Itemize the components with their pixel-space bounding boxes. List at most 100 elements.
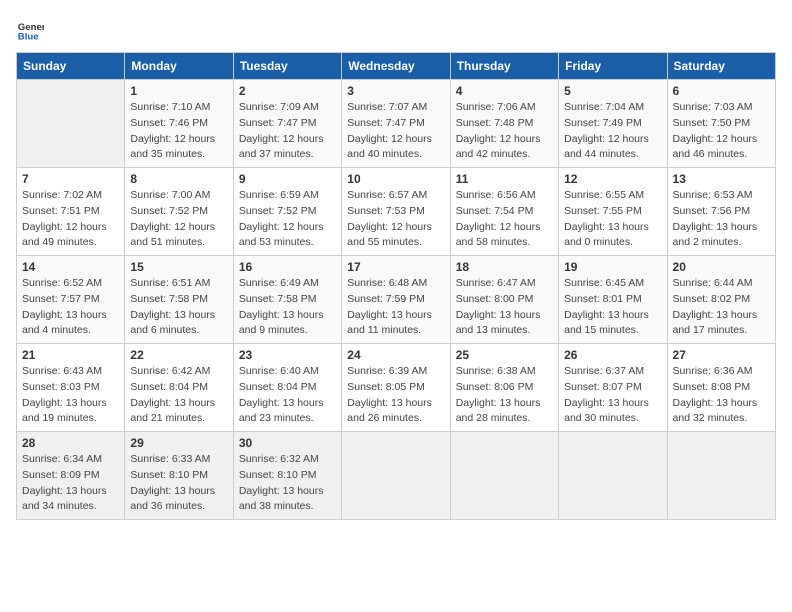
calendar-cell: 28Sunrise: 6:34 AMSunset: 8:09 PMDayligh… (17, 432, 125, 520)
calendar-cell (17, 80, 125, 168)
calendar-cell: 23 Sunrise: 6:40 AMSunset: 8:04 PMDayligh… (233, 344, 341, 432)
logo-icon: General Blue (16, 16, 44, 44)
logo: General Blue (16, 16, 48, 44)
calendar-cell: 21 Sunrise: 6:43 AMSunset: 8:03 PMDayligh… (17, 344, 125, 432)
day-number: 2 (239, 84, 336, 98)
week-row-1: 1Sunrise: 7:10 AMSunset: 7:46 PMDaylight… (17, 80, 776, 168)
day-info: Sunrise: 6:32 AMSunset: 8:10 PMDaylight:… (239, 452, 336, 515)
weekday-header-monday: Monday (125, 53, 233, 80)
day-info: Sunrise: 7:06 AMSunset: 7:48 PMDaylight:… (456, 100, 553, 163)
calendar-cell: 3 Sunrise: 7:07 AMSunset: 7:47 PMDaylight… (342, 80, 450, 168)
day-number: 9 (239, 172, 336, 186)
day-info: Sunrise: 6:38 AMSunset: 8:06 PMDaylight:… (456, 364, 553, 427)
week-row-2: 7 Sunrise: 7:02 AMSunset: 7:51 PMDaylight… (17, 168, 776, 256)
day-number: 17 (347, 260, 444, 274)
weekday-header-row: SundayMondayTuesdayWednesdayThursdayFrid… (17, 53, 776, 80)
calendar-cell: 17 Sunrise: 6:48 AMSunset: 7:59 PMDayligh… (342, 256, 450, 344)
calendar-cell: 4 Sunrise: 7:06 AMSunset: 7:48 PMDaylight… (450, 80, 558, 168)
calendar-cell: 8 Sunrise: 7:00 AMSunset: 7:52 PMDaylight… (125, 168, 233, 256)
day-number: 29 (130, 436, 227, 450)
svg-text:Blue: Blue (18, 32, 39, 43)
calendar-cell: 6Sunrise: 7:03 AMSunset: 7:50 PMDaylight… (667, 80, 775, 168)
day-info: Sunrise: 7:03 AMSunset: 7:50 PMDaylight:… (673, 100, 770, 163)
weekday-header-tuesday: Tuesday (233, 53, 341, 80)
day-info: Sunrise: 6:34 AMSunset: 8:09 PMDaylight:… (22, 452, 119, 515)
calendar-cell: 5 Sunrise: 7:04 AMSunset: 7:49 PMDaylight… (559, 80, 667, 168)
day-info: Sunrise: 6:47 AMSunset: 8:00 PMDaylight:… (456, 276, 553, 339)
calendar-cell: 27 Sunrise: 6:36 AMSunset: 8:08 PMDayligh… (667, 344, 775, 432)
day-info: Sunrise: 6:52 AMSunset: 7:57 PMDaylight:… (22, 276, 119, 339)
calendar-cell (667, 432, 775, 520)
day-number: 7 (22, 172, 119, 186)
day-number: 8 (130, 172, 227, 186)
day-info: Sunrise: 7:07 AMSunset: 7:47 PMDaylight:… (347, 100, 444, 163)
day-number: 27 (673, 348, 770, 362)
day-number: 18 (456, 260, 553, 274)
calendar-cell: 25 Sunrise: 6:38 AMSunset: 8:06 PMDayligh… (450, 344, 558, 432)
day-info: Sunrise: 6:43 AMSunset: 8:03 PMDaylight:… (22, 364, 119, 427)
week-row-5: 28Sunrise: 6:34 AMSunset: 8:09 PMDayligh… (17, 432, 776, 520)
day-number: 21 (22, 348, 119, 362)
calendar-cell: 11 Sunrise: 6:56 AMSunset: 7:54 PMDayligh… (450, 168, 558, 256)
day-info: Sunrise: 7:09 AMSunset: 7:47 PMDaylight:… (239, 100, 336, 163)
day-info: Sunrise: 6:55 AMSunset: 7:55 PMDaylight:… (564, 188, 661, 251)
day-info: Sunrise: 6:49 AMSunset: 7:58 PMDaylight:… (239, 276, 336, 339)
day-number: 30 (239, 436, 336, 450)
day-number: 11 (456, 172, 553, 186)
calendar-cell: 7 Sunrise: 7:02 AMSunset: 7:51 PMDaylight… (17, 168, 125, 256)
weekday-header-sunday: Sunday (17, 53, 125, 80)
day-info: Sunrise: 6:37 AMSunset: 8:07 PMDaylight:… (564, 364, 661, 427)
day-info: Sunrise: 6:39 AMSunset: 8:05 PMDaylight:… (347, 364, 444, 427)
day-info: Sunrise: 6:42 AMSunset: 8:04 PMDaylight:… (130, 364, 227, 427)
day-number: 20 (673, 260, 770, 274)
week-row-4: 21 Sunrise: 6:43 AMSunset: 8:03 PMDayligh… (17, 344, 776, 432)
day-info: Sunrise: 6:56 AMSunset: 7:54 PMDaylight:… (456, 188, 553, 251)
calendar-cell: 1Sunrise: 7:10 AMSunset: 7:46 PMDaylight… (125, 80, 233, 168)
weekday-header-friday: Friday (559, 53, 667, 80)
day-info: Sunrise: 6:36 AMSunset: 8:08 PMDaylight:… (673, 364, 770, 427)
weekday-header-saturday: Saturday (667, 53, 775, 80)
day-number: 14 (22, 260, 119, 274)
day-number: 26 (564, 348, 661, 362)
day-number: 12 (564, 172, 661, 186)
day-info: Sunrise: 6:59 AMSunset: 7:52 PMDaylight:… (239, 188, 336, 251)
calendar-table: SundayMondayTuesdayWednesdayThursdayFrid… (16, 52, 776, 520)
day-info: Sunrise: 6:44 AMSunset: 8:02 PMDaylight:… (673, 276, 770, 339)
day-info: Sunrise: 6:53 AMSunset: 7:56 PMDaylight:… (673, 188, 770, 251)
calendar-cell: 13Sunrise: 6:53 AMSunset: 7:56 PMDayligh… (667, 168, 775, 256)
calendar-cell: 19Sunrise: 6:45 AMSunset: 8:01 PMDayligh… (559, 256, 667, 344)
week-row-3: 14 Sunrise: 6:52 AMSunset: 7:57 PMDayligh… (17, 256, 776, 344)
day-info: Sunrise: 6:40 AMSunset: 8:04 PMDaylight:… (239, 364, 336, 427)
calendar-cell: 10 Sunrise: 6:57 AMSunset: 7:53 PMDayligh… (342, 168, 450, 256)
day-info: Sunrise: 6:57 AMSunset: 7:53 PMDaylight:… (347, 188, 444, 251)
day-number: 4 (456, 84, 553, 98)
calendar-cell (559, 432, 667, 520)
calendar-cell (450, 432, 558, 520)
calendar-cell: 29 Sunrise: 6:33 AMSunset: 8:10 PMDayligh… (125, 432, 233, 520)
day-info: Sunrise: 7:04 AMSunset: 7:49 PMDaylight:… (564, 100, 661, 163)
calendar-cell: 24 Sunrise: 6:39 AMSunset: 8:05 PMDayligh… (342, 344, 450, 432)
calendar-cell: 30 Sunrise: 6:32 AMSunset: 8:10 PMDayligh… (233, 432, 341, 520)
day-info: Sunrise: 6:48 AMSunset: 7:59 PMDaylight:… (347, 276, 444, 339)
day-number: 23 (239, 348, 336, 362)
calendar-cell: 2 Sunrise: 7:09 AMSunset: 7:47 PMDaylight… (233, 80, 341, 168)
day-number: 15 (130, 260, 227, 274)
calendar-cell: 12 Sunrise: 6:55 AMSunset: 7:55 PMDayligh… (559, 168, 667, 256)
day-number: 25 (456, 348, 553, 362)
calendar-cell: 15Sunrise: 6:51 AMSunset: 7:58 PMDayligh… (125, 256, 233, 344)
calendar-cell: 14 Sunrise: 6:52 AMSunset: 7:57 PMDayligh… (17, 256, 125, 344)
calendar-cell: 18 Sunrise: 6:47 AMSunset: 8:00 PMDayligh… (450, 256, 558, 344)
day-number: 19 (564, 260, 661, 274)
day-number: 3 (347, 84, 444, 98)
day-info: Sunrise: 7:02 AMSunset: 7:51 PMDaylight:… (22, 188, 119, 251)
calendar-cell: 22Sunrise: 6:42 AMSunset: 8:04 PMDayligh… (125, 344, 233, 432)
page-header: General Blue (16, 16, 776, 44)
day-number: 1 (130, 84, 227, 98)
day-info: Sunrise: 7:00 AMSunset: 7:52 PMDaylight:… (130, 188, 227, 251)
day-info: Sunrise: 6:33 AMSunset: 8:10 PMDaylight:… (130, 452, 227, 515)
calendar-cell: 9 Sunrise: 6:59 AMSunset: 7:52 PMDaylight… (233, 168, 341, 256)
day-number: 24 (347, 348, 444, 362)
day-number: 5 (564, 84, 661, 98)
calendar-cell: 20 Sunrise: 6:44 AMSunset: 8:02 PMDayligh… (667, 256, 775, 344)
day-number: 10 (347, 172, 444, 186)
